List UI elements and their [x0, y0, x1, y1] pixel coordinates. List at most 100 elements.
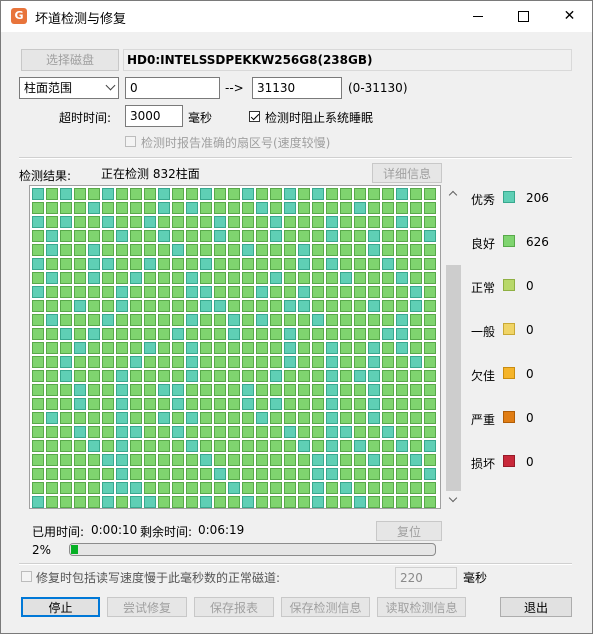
repair-threshold-input[interactable]: 220 — [395, 567, 457, 589]
sector-cell — [144, 216, 156, 228]
sector-cell — [326, 440, 338, 452]
sector-cell — [396, 426, 408, 438]
detail-info-button[interactable]: 详细信息 — [372, 163, 442, 183]
sector-cell — [340, 370, 352, 382]
sector-cell — [130, 356, 142, 368]
sector-cell — [284, 328, 296, 340]
prevent-sleep-label[interactable]: 检测时阻止系统睡眠 — [265, 109, 373, 126]
legend-label: 良好 — [471, 237, 496, 251]
sector-cell — [382, 328, 394, 340]
sector-cell — [186, 412, 198, 424]
sector-cell — [228, 216, 240, 228]
sector-cell — [312, 454, 324, 466]
exit-button[interactable]: 退出 — [500, 597, 572, 617]
range-end-input[interactable]: 31130 — [252, 77, 342, 99]
repair-threshold-unit: 毫秒 — [463, 571, 488, 585]
sector-cell — [116, 356, 128, 368]
sector-cell — [270, 468, 282, 480]
sector-cell — [424, 384, 436, 396]
sector-cell — [130, 188, 142, 200]
scroll-up-icon[interactable] — [445, 185, 462, 202]
sector-cell — [74, 482, 86, 494]
sector-cell — [60, 454, 72, 466]
sector-cell — [158, 314, 170, 326]
repair-slow-label[interactable]: 修复时包括读写速度慢于此毫秒数的正常磁道: — [36, 569, 280, 586]
select-disk-button[interactable]: 选择磁盘 — [21, 49, 119, 71]
load-info-button[interactable]: 读取检测信息 — [377, 597, 466, 617]
maximize-button[interactable] — [501, 1, 546, 32]
sector-cell — [186, 258, 198, 270]
range-arrow: --> — [225, 81, 244, 95]
save-report-button[interactable]: 保存报表 — [194, 597, 274, 617]
sector-cell — [270, 454, 282, 466]
sector-cell — [172, 230, 184, 242]
sector-cell — [270, 202, 282, 214]
sector-cell — [228, 496, 240, 508]
sector-map-scrollbar[interactable] — [445, 185, 462, 509]
sector-cell — [172, 412, 184, 424]
sector-cell — [284, 356, 296, 368]
stop-button[interactable]: 停止 — [21, 597, 100, 617]
sector-cell — [340, 230, 352, 242]
sector-cell — [46, 468, 58, 480]
sector-cell — [88, 216, 100, 228]
sector-cell — [60, 370, 72, 382]
sector-cell — [326, 300, 338, 312]
sector-cell — [298, 342, 310, 354]
sector-cell — [102, 454, 114, 466]
sector-cell — [354, 342, 366, 354]
sector-cell — [326, 482, 338, 494]
sector-cell — [102, 356, 114, 368]
sector-cell — [368, 496, 380, 508]
sector-cell — [298, 426, 310, 438]
report-sectors-label[interactable]: 检测时报告准确的扇区号(速度较慢) — [141, 134, 330, 151]
title-bar[interactable]: G 坏道检测与修复 ✕ — [1, 1, 592, 32]
try-repair-button[interactable]: 尝试修复 — [107, 597, 187, 617]
sector-cell — [298, 356, 310, 368]
prevent-sleep-checkbox[interactable] — [249, 111, 260, 122]
sector-cell — [340, 258, 352, 270]
sector-cell — [256, 202, 268, 214]
sector-cell — [354, 230, 366, 242]
range-mode-select[interactable]: 柱面范围 — [19, 77, 119, 99]
sector-cell — [116, 272, 128, 284]
sector-cell — [242, 230, 254, 242]
result-label: 检测结果: — [19, 169, 72, 183]
sector-cell — [74, 398, 86, 410]
range-start-input[interactable]: 0 — [125, 77, 220, 99]
sector-cell — [382, 496, 394, 508]
separator — [19, 563, 572, 565]
close-button[interactable]: ✕ — [547, 1, 592, 32]
sector-cell — [60, 286, 72, 298]
sector-cell — [284, 426, 296, 438]
sector-cell — [186, 342, 198, 354]
sector-cell — [130, 398, 142, 410]
progress-percent: 2% — [32, 543, 52, 557]
save-info-button[interactable]: 保存检测信息 — [281, 597, 370, 617]
sector-cell — [60, 356, 72, 368]
sector-cell — [172, 356, 184, 368]
sector-cell — [88, 454, 100, 466]
sector-cell — [382, 314, 394, 326]
report-sectors-checkbox[interactable] — [125, 136, 136, 147]
sector-cell — [158, 272, 170, 284]
sector-cell — [200, 244, 212, 256]
sector-cell — [340, 440, 352, 452]
scroll-down-icon[interactable] — [445, 492, 462, 509]
sector-cell — [130, 426, 142, 438]
sector-cell — [88, 384, 100, 396]
legend-swatch — [503, 191, 515, 203]
minimize-button[interactable] — [456, 1, 501, 32]
sector-cell — [270, 314, 282, 326]
sector-cell — [410, 314, 422, 326]
timeout-input[interactable]: 3000 — [125, 105, 183, 127]
sector-cell — [340, 300, 352, 312]
scroll-thumb[interactable] — [446, 265, 461, 491]
sector-cell — [242, 244, 254, 256]
sector-cell — [228, 482, 240, 494]
repair-slow-checkbox[interactable] — [21, 571, 32, 582]
sector-cell — [102, 412, 114, 424]
reset-button[interactable]: 复位 — [376, 521, 442, 541]
sector-cell — [354, 314, 366, 326]
sector-cell — [60, 244, 72, 256]
